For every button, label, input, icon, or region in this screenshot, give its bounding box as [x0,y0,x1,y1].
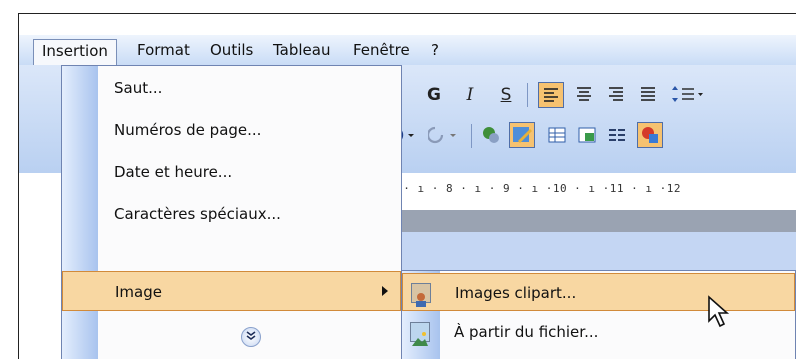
drawing-button[interactable] [509,122,535,148]
menu-item-image[interactable]: Image [62,271,401,311]
toolbar-separator [471,124,472,148]
menu-item-numeros-de-page[interactable]: Numéros de page... [98,110,398,150]
menu-tableau-label: Tableau [273,41,331,59]
strike-button[interactable]: S [493,82,519,108]
table-button[interactable] [547,125,567,145]
menu-insertion-label: Insertion [42,42,108,60]
mouse-cursor-icon [708,295,730,328]
menu-item-image-label: Image [115,283,162,301]
menu-fenetre-label: Fenêtre [353,41,410,59]
menu-item-saut-label: Saut... [114,79,163,97]
menu-item-caracteres-speciaux-label: Caractères spéciaux... [114,205,281,223]
menu-item-caracteres-speciaux[interactable]: Caractères spéciaux... [98,194,398,234]
align-left-icon [544,88,558,102]
menu-bar: Insertion Format Outils Tableau Fenêtre … [19,35,796,65]
menu-fenetre[interactable]: Fenêtre [345,39,418,61]
menu-insertion[interactable]: Insertion [33,39,117,65]
menu-outils[interactable]: Outils [202,39,261,61]
ruler-ticks: 7 · ı · 8 · ı · 9 · ı ·10 · ı ·11 · ı ·1… [389,182,682,195]
menu-item-date-et-heure[interactable]: Date et heure... [98,152,398,192]
application-window: Insertion Format Outils Tableau Fenêtre … [18,13,796,359]
document-edge [379,210,796,232]
columns-button[interactable] [607,125,627,145]
image-submenu: Images clipart... À partir du fichier... [401,270,796,359]
line-spacing-icon [672,86,703,102]
drawing-icon [513,127,532,143]
clipart-icon [411,283,431,307]
menu-item-saut[interactable]: Saut... [98,68,398,108]
italic-button[interactable]: I [457,82,483,108]
justify-icon [641,87,655,101]
standard-toolbar [379,119,796,153]
menu-item-date-et-heure-label: Date et heure... [114,163,233,181]
columns-icon [609,129,625,141]
submenu-item-a-partir-du-fichier-label: À partir du fichier... [454,323,599,341]
align-right-icon [609,87,623,101]
drawing-toolbar-button[interactable] [637,122,663,148]
excel-sheet-button[interactable] [577,125,597,145]
menu-format[interactable]: Format [129,39,198,61]
table-icon [548,127,566,143]
align-right-button[interactable] [603,82,629,108]
picture-file-icon [410,322,430,346]
excel-sheet-icon [578,127,596,143]
bold-button[interactable]: G [421,82,447,108]
hyperlink-button[interactable] [481,125,501,145]
shapes-icon [642,127,658,143]
menu-tableau[interactable]: Tableau [265,39,339,61]
horizontal-ruler: 7 · ı · 8 · ı · 9 · ı ·10 · ı ·11 · ı ·1… [379,175,796,209]
menu-outils-label: Outils [210,41,254,59]
submenu-arrow-icon [382,286,388,296]
menu-item-numeros-de-page-label: Numéros de page... [114,121,262,139]
menu-format-label: Format [137,41,190,59]
toolbar-separator [527,83,528,107]
submenu-item-a-partir-du-fichier[interactable]: À partir du fichier... [402,313,795,351]
hyperlink-icon [483,127,499,143]
menu-gutter [62,66,98,359]
align-center-button[interactable] [571,82,597,108]
menu-help-label: ? [431,41,439,59]
redo-button[interactable] [426,123,463,149]
align-center-icon [577,87,591,101]
double-chevron-down-icon[interactable] [241,327,261,347]
redo-icon [426,126,456,144]
menu-help[interactable]: ? [423,39,447,61]
insertion-menu: Saut... Numéros de page... Date et heure… [61,65,402,359]
formatting-toolbar: G I S [379,78,796,112]
justify-button[interactable] [635,82,661,108]
submenu-item-images-clipart[interactable]: Images clipart... [402,273,795,311]
align-left-button[interactable] [538,82,564,108]
line-spacing-button[interactable] [667,82,707,108]
submenu-item-images-clipart-label: Images clipart... [455,284,577,302]
